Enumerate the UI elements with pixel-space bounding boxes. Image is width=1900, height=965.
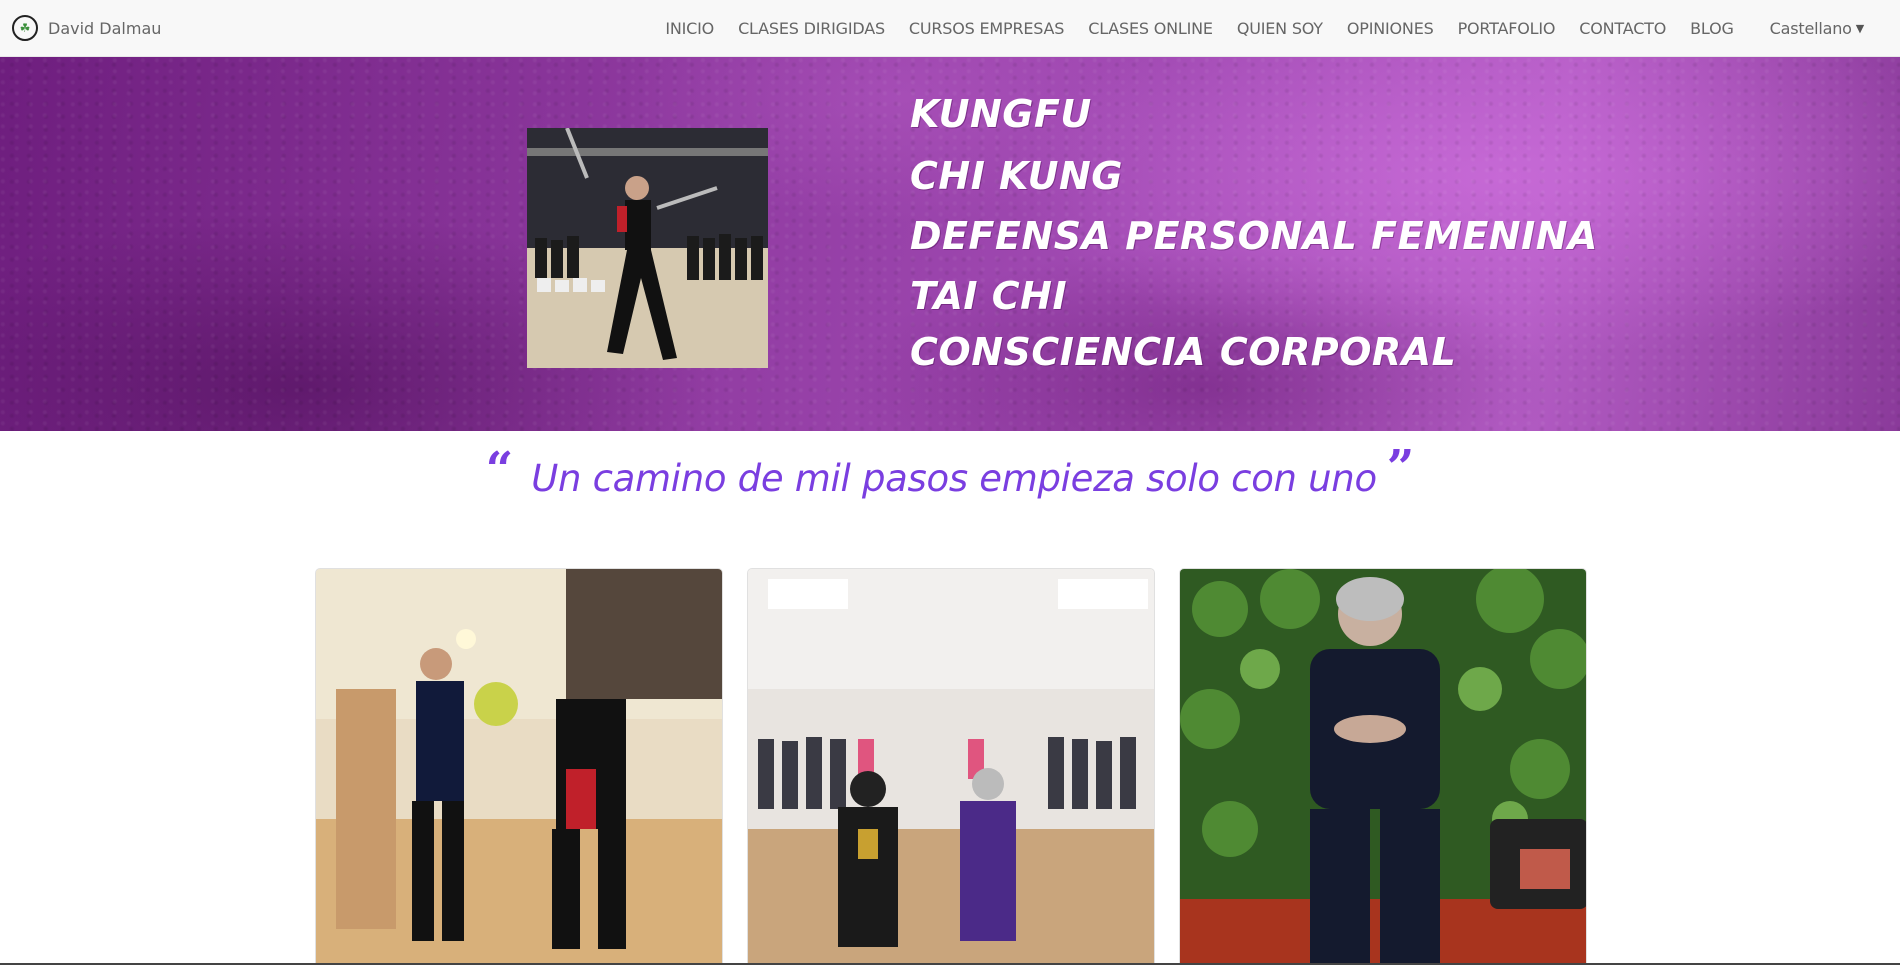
nav-item-contacto[interactable]: CONTACTO: [1579, 19, 1666, 38]
nav-item-portafolio[interactable]: PORTAFOLIO: [1458, 19, 1556, 38]
card-group-class[interactable]: [747, 568, 1155, 965]
brand-logo-icon: ☘: [12, 15, 38, 41]
nav-item-clases-online[interactable]: CLASES ONLINE: [1088, 19, 1213, 38]
hero-line-chi-kung: CHI KUNG: [910, 154, 1123, 198]
caret-down-icon: ▼: [1855, 22, 1864, 35]
open-quote-icon: “: [485, 442, 514, 498]
nav-item-quien-soy[interactable]: QUIEN SOY: [1237, 19, 1323, 38]
close-quote-icon: ”: [1386, 440, 1415, 496]
nav-item-cursos-empresas[interactable]: CURSOS EMPRESAS: [909, 19, 1065, 38]
hero-line-defensa: DEFENSA PERSONAL FEMENINA: [910, 214, 1598, 258]
hero-banner: KUNGFU CHI KUNG DEFENSA PERSONAL FEMENIN…: [0, 57, 1900, 431]
nav-item-blog[interactable]: BLOG: [1690, 19, 1734, 38]
hero-line-tai-chi: TAI CHI: [910, 274, 1068, 318]
top-navbar: ☘ David Dalmau INICIO CLASES DIRIGIDAS C…: [0, 0, 1900, 57]
group-class-photo-icon: [748, 569, 1154, 964]
hero-line-consciencia: CONSCIENCIA CORPORAL: [910, 330, 1457, 374]
hero-line-kungfu: KUNGFU: [910, 92, 1092, 136]
brand-link[interactable]: ☘ David Dalmau: [12, 13, 161, 43]
martial-artist-photo-icon: [527, 128, 768, 368]
nav-item-inicio[interactable]: INICIO: [665, 19, 714, 38]
quote-text: Un camino de mil pasos empieza solo con …: [531, 457, 1377, 500]
brand-name: David Dalmau: [48, 18, 162, 38]
language-dropdown[interactable]: Castellano ▼: [1769, 19, 1865, 38]
language-label: Castellano: [1769, 19, 1852, 38]
sparring-class-photo-icon: [316, 569, 722, 964]
nav-item-clases-dirigidas[interactable]: CLASES DIRIGIDAS: [738, 19, 885, 38]
nav-item-opiniones[interactable]: OPINIONES: [1347, 19, 1434, 38]
card-tai-chi[interactable]: [1179, 568, 1587, 965]
card-sparring[interactable]: [315, 568, 723, 965]
nav-menu: INICIO CLASES DIRIGIDAS CURSOS EMPRESAS …: [641, 0, 1864, 57]
motto-quote: “ Un camino de mil pasos empieza solo co…: [0, 440, 1900, 497]
tai-chi-pose-photo-icon: [1180, 569, 1586, 964]
